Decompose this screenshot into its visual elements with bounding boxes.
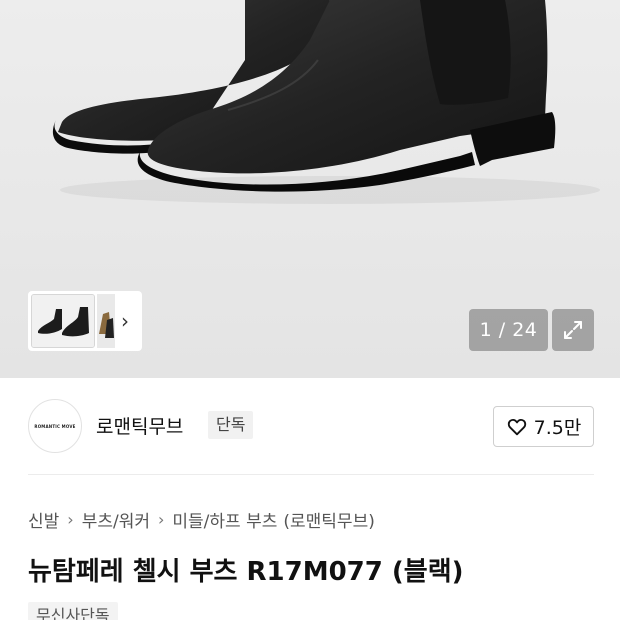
expand-arrows-icon: [564, 321, 582, 339]
brand-name-link[interactable]: 로맨틱무브: [96, 412, 183, 439]
expand-button[interactable]: [552, 309, 594, 351]
brand-row: ROMANTIC MOVE 로맨틱무브 단독 7.5만: [28, 398, 594, 456]
product-image-gallery[interactable]: › 1 / 24: [0, 0, 620, 378]
thumbnail-1[interactable]: [31, 294, 95, 348]
breadcrumb-item-brand[interactable]: (로맨틱무브): [283, 507, 374, 532]
image-counter: 1 / 24: [469, 309, 548, 351]
chevron-right-icon: ›: [157, 510, 165, 529]
breadcrumb-item-shoes[interactable]: 신발: [28, 507, 59, 532]
divider: [28, 474, 594, 475]
thumbnail-strip[interactable]: ›: [28, 291, 142, 351]
chevron-right-icon[interactable]: ›: [121, 311, 129, 331]
exclusive-badge: 무신사단독: [28, 602, 118, 620]
heart-outline-icon: [507, 418, 526, 435]
exclusive-tag: 단독: [208, 411, 254, 439]
breadcrumb-item-middle-boots[interactable]: 미들/하프 부츠: [172, 507, 277, 532]
brand-logo[interactable]: ROMANTIC MOVE: [28, 399, 82, 453]
product-title: 뉴탐페레 첼시 부츠 R17M077 (블랙): [28, 557, 464, 587]
thumbnail-2[interactable]: [97, 294, 115, 348]
brand-logo-text: ROMANTIC MOVE: [34, 423, 76, 429]
like-count: 7.5만: [533, 417, 582, 439]
like-button[interactable]: 7.5만: [493, 406, 594, 447]
chevron-right-icon: ›: [67, 510, 74, 529]
breadcrumb: 신발 › 부츠/워커 › 미들/하프 부츠 (로맨틱무브): [28, 507, 375, 532]
breadcrumb-item-boots[interactable]: 부츠/워커: [82, 507, 150, 532]
